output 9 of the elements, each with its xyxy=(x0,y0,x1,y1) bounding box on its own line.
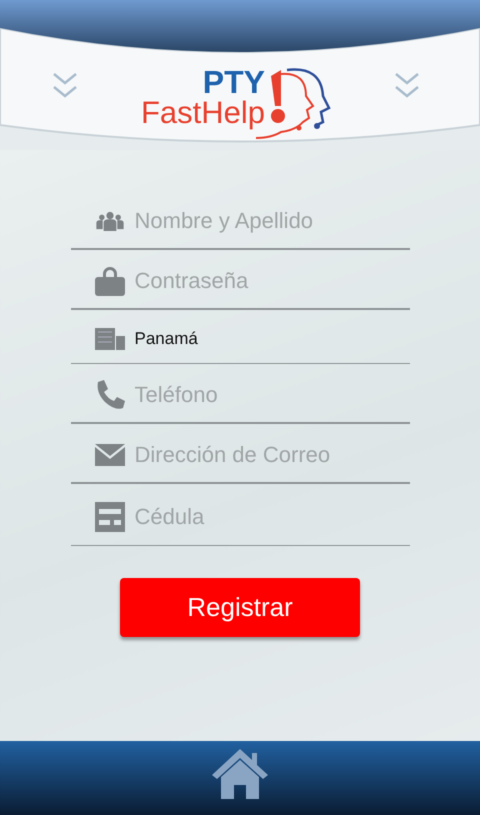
input-field[interactable]: Panamá xyxy=(134,328,394,348)
logo-subtitle: FastHelp xyxy=(140,98,266,128)
input-field[interactable]: Cédula xyxy=(134,504,394,530)
logo-title: PTY xyxy=(202,66,266,98)
input-field[interactable]: Contraseña xyxy=(134,268,394,294)
input-field[interactable]: Dirección de Correo xyxy=(134,442,394,468)
input-field[interactable]: Nombre y Apellido xyxy=(134,208,394,234)
register-button[interactable]: Registrar xyxy=(120,578,360,637)
input-field[interactable]: Teléfono xyxy=(134,382,394,408)
